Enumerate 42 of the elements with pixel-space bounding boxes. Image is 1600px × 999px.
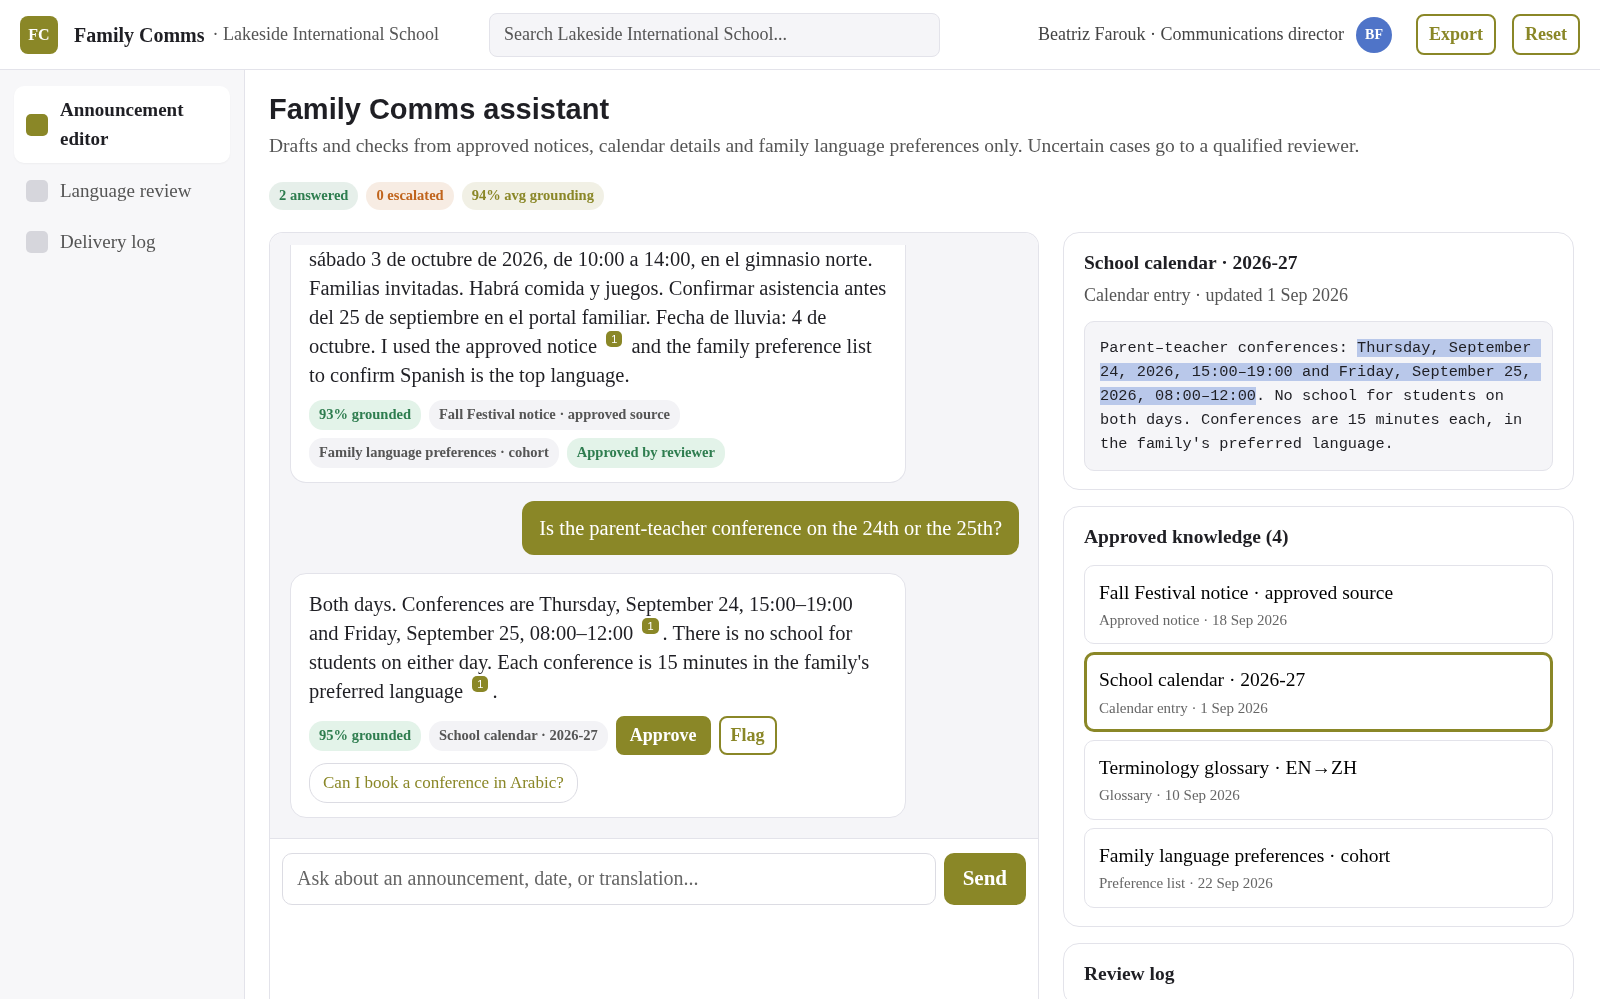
user-name: Beatriz Farouk · Communications director: [1038, 23, 1344, 46]
page-subtitle: Drafts and checks from approved notices, calendar details and family language preferences only. Uncertain cases go to a qualified reviewer.: [269, 133, 1361, 158]
send-button[interactable]: Send: [943, 852, 1026, 905]
flag-button[interactable]: Flag: [718, 716, 777, 756]
card-title: Approved knowledge (4): [1084, 525, 1290, 549]
chat-input[interactable]: Ask about an announcement, date, or translation...: [282, 852, 936, 905]
nav-square-icon: [26, 113, 48, 136]
knowledge-item[interactable]: School calendar · 2026-27 Calendar entry · 1 Sep 2026: [1084, 652, 1553, 733]
suggestion-chip[interactable]: Can I book a conference in Arabic?: [309, 763, 578, 803]
grounding-tag: 93% grounded: [309, 400, 421, 430]
sidebar-item[interactable]: Language review: [14, 169, 230, 214]
stat-pill: 2 answered: [269, 182, 359, 210]
user-avatar: BF: [1356, 16, 1392, 53]
organization-name: · Lakeside International School: [212, 23, 439, 46]
source-tag: School calendar · 2026-27: [429, 720, 608, 751]
page-title: Family Comms assistant: [269, 92, 611, 127]
app-name: Family Comms: [74, 22, 205, 49]
sidebar-item[interactable]: Announcement editor: [14, 86, 230, 163]
approve-button[interactable]: Approve: [615, 716, 711, 756]
search-field[interactable]: Search Lakeside International School...: [489, 12, 940, 57]
message-text: Both days. Conferences are Thursday, September 24, 15:00–19:00 and Friday, September 25, 08:00–12:00 $^{1}$. There is no school for students on either day. Each conference is 15 minutes in the family's preferred language $^{1}$.: [309, 592, 871, 705]
user-message: Is the parent-teacher conference on the 24th or the 25th?: [522, 500, 1019, 556]
knowledge-item[interactable]: Family language preferences · cohort Preference list · 22 Sep 2026: [1084, 827, 1553, 908]
message-text: sábado 3 de octubre de 2026, de 10:00 a 14:00, en el gimnasio norte. Familias invitadas. Habrá comida y juegos. Confirmar asistencia antes del 25 de septiembre en el portal familiar. Fecha de lluvia: 4 de octubre. I used the approved notice $^{1}$ and the family preference list to confirm Spanish is the top language.: [309, 247, 887, 389]
header-button[interactable]: Export: [1416, 14, 1496, 55]
header-button[interactable]: Reset: [1512, 14, 1580, 55]
knowledge-item[interactable]: Fall Festival notice · approved source Approved notice · 18 Sep 2026: [1084, 564, 1553, 645]
status-tag: Approved by reviewer: [566, 437, 725, 468]
grounding-tag: 95% grounded: [309, 720, 421, 751]
card-title: School calendar · 2026-27: [1084, 250, 1299, 275]
source-excerpt: Parent–teacher conferences: Thursday, September 24, 2026, 15:00–19:00 and Friday, September 25, 2026, 08:00–12:00. No school for students on both days. Conferences are 15 minutes each, in the family's preferred language.: [1084, 321, 1553, 472]
nav-square-icon: [26, 230, 48, 253]
nav-square-icon: [26, 180, 48, 203]
card-title: Review log: [1084, 961, 1176, 985]
source-tag: Fall Festival notice · approved source: [429, 400, 681, 430]
stat-pill: 0 escalated: [366, 182, 454, 210]
logo-badge: FC: [20, 15, 58, 54]
sidebar-item[interactable]: Delivery log: [14, 219, 230, 264]
stat-pill: 94% avg grounding: [461, 182, 604, 210]
source-tag: Family language preferences · cohort: [309, 437, 559, 468]
knowledge-item[interactable]: Terminology glossary · EN→ZH Glossary · 10 Sep 2026: [1084, 740, 1553, 820]
card-meta: Calendar entry · updated 1 Sep 2026: [1084, 284, 1349, 308]
